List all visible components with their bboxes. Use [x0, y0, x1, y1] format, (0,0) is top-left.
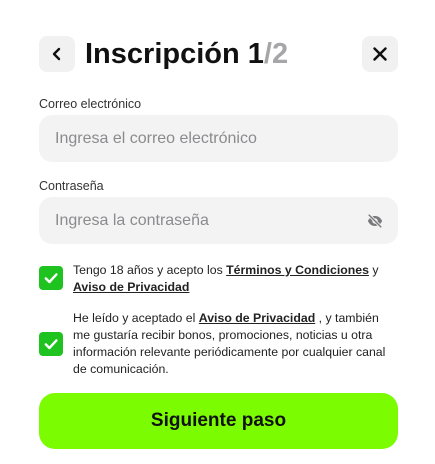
- title-text: Inscripción 1: [85, 38, 264, 70]
- registration-screen: Inscripción 1/2 Correo electrónico Contr…: [0, 0, 435, 464]
- email-field-container: [39, 115, 398, 162]
- eye-off-icon[interactable]: [366, 212, 384, 230]
- close-icon: [373, 47, 387, 61]
- terms-conditions-link[interactable]: Términos y Condiciones: [226, 263, 369, 277]
- terms-checkbox[interactable]: [39, 266, 63, 290]
- password-label: Contraseña: [39, 179, 104, 193]
- email-field[interactable]: [53, 128, 384, 149]
- header: Inscripción 1/2: [39, 36, 398, 72]
- marketing-consent-row: He leído y aceptado el Aviso de Privacid…: [39, 310, 398, 378]
- marketing-checkbox[interactable]: [39, 332, 63, 356]
- close-button[interactable]: [362, 36, 398, 72]
- privacy-notice-link[interactable]: Aviso de Privacidad: [73, 280, 189, 294]
- terms-text-middle: y: [368, 263, 379, 277]
- privacy-notice-link-2[interactable]: Aviso de Privacidad: [199, 311, 315, 325]
- checkmark-icon: [44, 339, 58, 350]
- back-button[interactable]: [39, 36, 75, 72]
- checkmark-icon: [44, 273, 58, 284]
- next-step-button[interactable]: Siguiente paso: [39, 393, 398, 449]
- terms-text-before: Tengo 18 años y acepto los: [73, 263, 227, 277]
- chevron-left-icon: [52, 47, 61, 61]
- terms-consent-row: Tengo 18 años y acepto los Términos y Co…: [39, 262, 398, 296]
- email-label: Correo electrónico: [39, 97, 142, 111]
- marketing-consent-text: He leído y aceptado el Aviso de Privacid…: [73, 310, 398, 378]
- page-title: Inscripción 1/2: [85, 36, 288, 72]
- marketing-text-before: He leído y aceptado el: [73, 311, 199, 325]
- password-field-container: [39, 197, 398, 244]
- step-total: /2: [263, 38, 289, 70]
- terms-consent-text: Tengo 18 años y acepto los Términos y Co…: [73, 262, 398, 296]
- password-field[interactable]: [53, 210, 366, 231]
